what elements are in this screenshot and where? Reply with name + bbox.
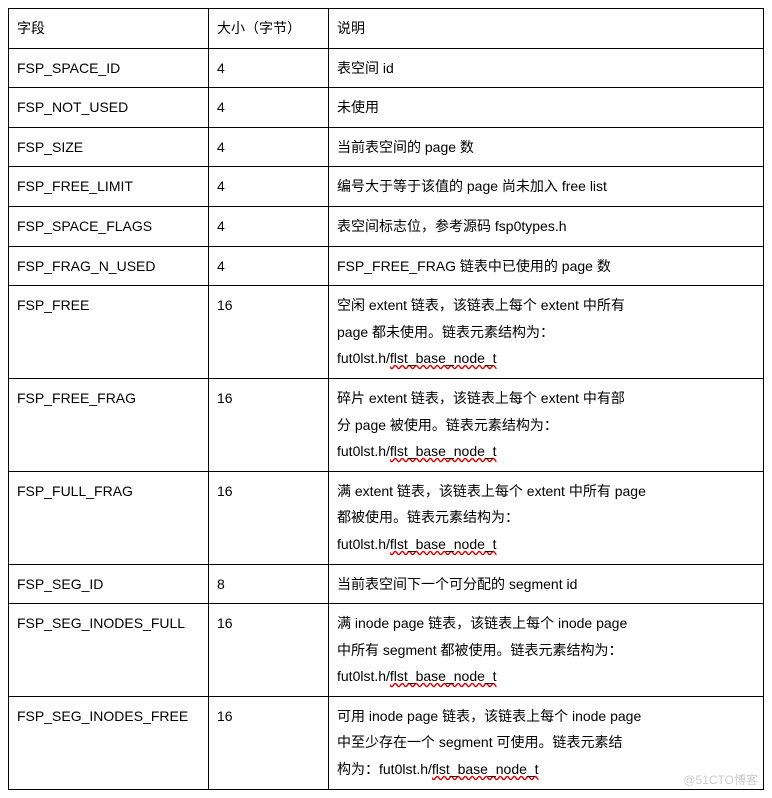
table-row: FSP_FRAG_N_USED4 FSP_FREE_FRAG 链表中已使用的 pa… (9, 246, 764, 286)
spellcheck-underline: flst_base_node_t (390, 536, 497, 552)
desc-line: fut0lst.h/flst_base_node_t (337, 531, 755, 558)
desc-line: fut0lst.h/flst_base_node_t (337, 663, 755, 690)
spellcheck-underline: flst_base_node_t (432, 761, 539, 777)
desc-line: page 都未使用。链表元素结构为： (337, 319, 755, 346)
table-row: FSP_NOT_USED4 未使用 (9, 88, 764, 128)
cell-field: FSP_FREE (9, 286, 209, 379)
table-row: FSP_SEG_INODES_FULL16满 inode page 链表，该链表… (9, 604, 764, 697)
cell-field: FSP_FULL_FRAG (9, 471, 209, 564)
cell-field: FSP_SPACE_FLAGS (9, 206, 209, 246)
cell-desc: 编号大于等于该值的 page 尚未加入 free list (329, 167, 764, 207)
desc-line: 表空间标志位，参考源码 fsp0types.h (337, 213, 755, 240)
cell-size: 4 (209, 167, 329, 207)
table-row: FSP_SEG_ID8 当前表空间下一个可分配的 segment id (9, 564, 764, 604)
desc-line: 编号大于等于该值的 page 尚未加入 free list (337, 173, 755, 200)
table-row: FSP_SPACE_ID4 表空间 id (9, 48, 764, 88)
desc-line: 中所有 segment 都被使用。链表元素结构为： (337, 637, 755, 664)
table-row: FSP_FREE_FRAG16碎片 extent 链表，该链表上每个 exten… (9, 378, 764, 471)
cell-desc: 碎片 extent 链表，该链表上每个 extent 中有部分 page 被使用… (329, 378, 764, 471)
cell-desc: 空闲 extent 链表，该链表上每个 extent 中所有page 都未使用。… (329, 286, 764, 379)
spellcheck-underline: flst_base_node_t (390, 668, 497, 684)
spellcheck-underline: flst_base_node_t (390, 350, 497, 366)
desc-line: 构为：fut0lst.h/flst_base_node_t (337, 756, 755, 783)
desc-line: 满 extent 链表，该链表上每个 extent 中所有 page (337, 478, 755, 505)
table-head: 字段 大小（字节） 说明 (9, 9, 764, 49)
cell-desc: 表空间 id (329, 48, 764, 88)
cell-size: 4 (209, 246, 329, 286)
desc-line: 表空间 id (337, 55, 755, 82)
table-row: FSP_SEG_INODES_FREE16可用 inode page 链表，该链… (9, 696, 764, 789)
desc-line: 当前表空间的 page 数 (337, 134, 755, 161)
desc-line: 都被使用。链表元素结构为： (337, 504, 755, 531)
cell-size: 4 (209, 88, 329, 128)
table-body: FSP_SPACE_ID4表空间 idFSP_NOT_USED4未使用FSP_S… (9, 48, 764, 789)
cell-size: 16 (209, 286, 329, 379)
cell-size: 4 (209, 206, 329, 246)
header-size: 大小（字节） (209, 9, 329, 49)
cell-field: FSP_SPACE_ID (9, 48, 209, 88)
cell-size: 4 (209, 127, 329, 167)
table-row: FSP_SIZE4 当前表空间的 page 数 (9, 127, 764, 167)
spellcheck-underline: flst_base_node_t (390, 443, 497, 459)
cell-desc: 当前表空间的 page 数 (329, 127, 764, 167)
desc-line: 中至少存在一个 segment 可使用。链表元素结 (337, 729, 755, 756)
desc-line: 可用 inode page 链表，该链表上每个 inode page (337, 703, 755, 730)
desc-line: 满 inode page 链表，该链表上每个 inode page (337, 610, 755, 637)
cell-field: FSP_FREE_FRAG (9, 378, 209, 471)
desc-line: 分 page 被使用。链表元素结构为： (337, 412, 755, 439)
cell-field: FSP_FREE_LIMIT (9, 167, 209, 207)
header-row: 字段 大小（字节） 说明 (9, 9, 764, 49)
cell-size: 16 (209, 604, 329, 697)
desc-line: fut0lst.h/flst_base_node_t (337, 438, 755, 465)
desc-line: 当前表空间下一个可分配的 segment id (337, 571, 755, 598)
cell-size: 16 (209, 471, 329, 564)
fsp-header-table: 字段 大小（字节） 说明 FSP_SPACE_ID4表空间 idFSP_NOT_… (8, 8, 764, 790)
cell-size: 8 (209, 564, 329, 604)
header-field: 字段 (9, 9, 209, 49)
table-row: FSP_SPACE_FLAGS4 表空间标志位，参考源码 fsp0types.h (9, 206, 764, 246)
cell-desc: 当前表空间下一个可分配的 segment id (329, 564, 764, 604)
cell-field: FSP_SEG_INODES_FULL (9, 604, 209, 697)
table-row: FSP_FREE_LIMIT4 编号大于等于该值的 page 尚未加入 free … (9, 167, 764, 207)
desc-line: FSP_FREE_FRAG 链表中已使用的 page 数 (337, 253, 755, 280)
table-row: FSP_FULL_FRAG16满 extent 链表，该链表上每个 extent… (9, 471, 764, 564)
cell-desc: 满 extent 链表，该链表上每个 extent 中所有 page都被使用。链… (329, 471, 764, 564)
cell-desc: 未使用 (329, 88, 764, 128)
desc-line: 碎片 extent 链表，该链表上每个 extent 中有部 (337, 385, 755, 412)
cell-field: FSP_SIZE (9, 127, 209, 167)
cell-desc: 表空间标志位，参考源码 fsp0types.h (329, 206, 764, 246)
table-row: FSP_FREE16空闲 extent 链表，该链表上每个 extent 中所有… (9, 286, 764, 379)
cell-field: FSP_SEG_INODES_FREE (9, 696, 209, 789)
cell-desc: FSP_FREE_FRAG 链表中已使用的 page 数 (329, 246, 764, 286)
cell-field: FSP_NOT_USED (9, 88, 209, 128)
cell-field: FSP_SEG_ID (9, 564, 209, 604)
cell-desc: 满 inode page 链表，该链表上每个 inode page中所有 seg… (329, 604, 764, 697)
cell-size: 16 (209, 378, 329, 471)
desc-line: 未使用 (337, 94, 755, 121)
cell-size: 16 (209, 696, 329, 789)
desc-line: fut0lst.h/flst_base_node_t (337, 345, 755, 372)
cell-field: FSP_FRAG_N_USED (9, 246, 209, 286)
header-desc: 说明 (329, 9, 764, 49)
cell-size: 4 (209, 48, 329, 88)
cell-desc: 可用 inode page 链表，该链表上每个 inode page中至少存在一… (329, 696, 764, 789)
desc-line: 空闲 extent 链表，该链表上每个 extent 中所有 (337, 292, 755, 319)
